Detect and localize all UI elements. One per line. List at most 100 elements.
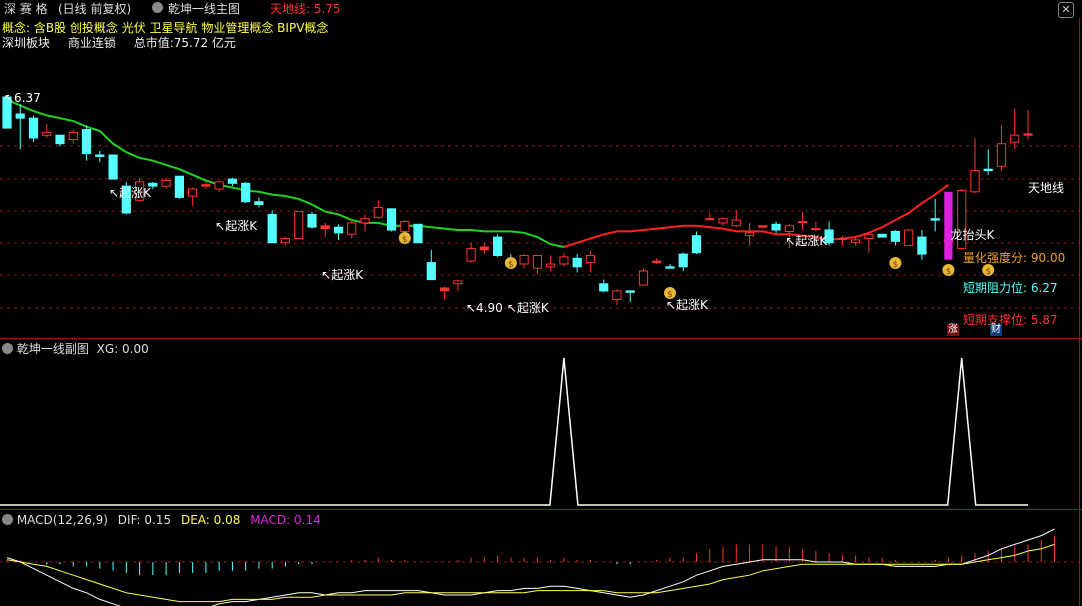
tiandi-line-green [6,98,565,248]
candlesticks [2,96,1033,305]
chart-annotations: ↖6.37↖4.90↖起涨K↖起涨K↖起涨K↖起涨K ↖起涨K↖起涨K 龙抬头K天地… [4,91,1064,315]
candle-body [731,219,741,227]
candle-body [479,246,489,251]
candle-body [333,226,344,234]
right-border [1079,18,1080,606]
candle-body [320,225,330,230]
candle-body [851,239,861,244]
candle-body [55,134,65,145]
candle-body [386,208,397,231]
candle-body [837,238,847,240]
candle-body [161,180,171,187]
candle-body [227,178,238,184]
candle-body [996,143,1007,167]
xg-value: XG: 0.00 [96,342,149,356]
candle-body [201,184,211,187]
candle-body [347,222,357,235]
candle-body [599,283,609,292]
candle-body [108,154,118,180]
candle-body [572,257,582,268]
low-price-marker: ↖4.90 [466,301,503,315]
qizhang-label: ↖起涨K [215,218,258,233]
candle-body [453,280,463,285]
candle-body [360,218,370,224]
candle-body [413,223,423,244]
dif-value: DIF: 0.15 [117,513,172,527]
support-level: 短期支撑位: 5.87 [963,313,1058,327]
candle-body [758,225,768,228]
candle-body [1010,134,1020,143]
strength-score: 量化强度分: 90.00 [963,251,1066,265]
candle-body [638,270,649,286]
qizhang-label: ↖起涨K [321,267,364,282]
candle-body [798,221,808,223]
candle-body [877,233,887,238]
qizhang-label: ↖起涨K [109,185,152,200]
candle-body [174,175,185,198]
money-bag-symbol: $ [667,290,673,300]
candle-body [267,213,277,244]
candle-body [970,170,980,193]
cai-badge[interactable]: 财 [990,324,1002,336]
candle-body [15,113,25,119]
sub-chart [0,357,1028,506]
qizhang-label: ↖起涨K [507,300,550,315]
candle-body [1023,133,1033,136]
breakout-candle [944,191,953,260]
candle-body [864,233,874,240]
candle-body [466,247,476,262]
candle-body [241,182,251,203]
candle-body [665,266,675,269]
candle-body [559,256,569,265]
candle-body [691,235,702,254]
money-bag-symbol: $ [508,260,514,270]
macd-value: MACD: 0.14 [250,513,321,527]
money-bag-symbol: $ [946,267,952,277]
candle-body [188,188,198,197]
candle-body [890,230,900,242]
candle-body [744,232,755,237]
candle-body [652,260,662,264]
zhang-badge[interactable]: 涨 [947,324,959,336]
sub-chart-header: 乾坤一线副图 XG: 0.00 [2,341,149,357]
money-bag-symbol: $ [402,235,408,245]
candle-body [718,218,728,224]
candle-body [705,218,715,221]
candle-body [400,221,410,232]
xg-line [0,357,1028,506]
money-bag-symbol: $ [893,260,899,270]
tiandi-line [6,98,950,248]
macd-chart [6,528,1056,606]
macd-title[interactable]: MACD(12,26,9) [17,513,108,527]
money-bag-symbol: $ [985,267,991,277]
candle-body [784,225,794,233]
macd-dropdown-icon[interactable] [2,514,13,525]
candle-body [532,255,542,269]
candle-body [612,290,622,300]
candle-body [625,290,635,293]
grid-lines [0,145,1079,563]
tiandi-line-red [563,183,950,248]
sub-chart-title[interactable]: 乾坤一线副图 [17,342,89,356]
candle-body [280,238,290,244]
panel-divider-1[interactable] [0,338,1082,339]
candle-body [440,287,450,292]
candle-body [519,255,529,265]
sub-dropdown-icon[interactable] [2,343,13,354]
macd-header: MACD(12,26,9) DIF: 0.15 DEA: 0.08 MACD: … [2,512,321,528]
qizhang-label: ↖起涨K [785,233,828,248]
candle-body [294,211,304,240]
longtou-label: 龙抬头K [950,228,995,242]
candle-body [307,213,317,228]
candle-body [811,228,821,231]
candle-body [42,131,52,136]
candle-body [81,129,92,155]
high-price-marker: ↖6.37 [4,91,41,105]
candle-body [214,181,224,190]
panel-divider-2[interactable] [0,509,1082,510]
candle-body [426,262,436,281]
candle-body [546,263,556,268]
candle-body [68,131,78,140]
candle-body [930,218,940,221]
candle-body [904,229,914,247]
